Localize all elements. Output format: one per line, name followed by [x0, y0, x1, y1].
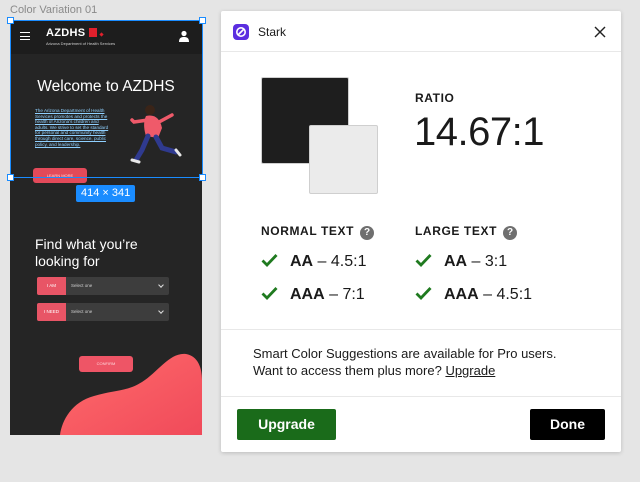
upgrade-link[interactable]: Upgrade — [445, 363, 495, 378]
normal-aa-result: AA – 4.5:1 — [261, 253, 366, 271]
help-icon[interactable]: ? — [503, 226, 518, 240]
hero-title: Welcome to AZDHS — [37, 78, 175, 95]
done-button[interactable]: Done — [530, 409, 605, 440]
app-header: AZDHS Arizona Department of Health Servi… — [10, 20, 202, 54]
decorative-blob — [60, 353, 202, 435]
check-icon — [415, 254, 432, 267]
running-person-illustration — [130, 105, 182, 164]
promo-line-2: Want to access them plus more? Upgrade — [253, 362, 593, 379]
large-aaa-result: AAA – 4.5:1 — [415, 286, 532, 304]
level: AAA — [290, 286, 325, 303]
promo-line-1: Smart Color Suggestions are available fo… — [253, 346, 557, 361]
ratio: – 4.5:1 — [478, 286, 533, 303]
learn-more-button[interactable]: LEARN MORE — [33, 168, 87, 183]
brand-logo: AZDHS — [46, 27, 105, 39]
user-icon[interactable] — [178, 30, 190, 42]
normal-text-label: NORMAL TEXT — [261, 224, 355, 238]
promo-text: Want to access them plus more? — [253, 363, 446, 378]
diamond-icon — [99, 32, 105, 37]
ratio: – 7:1 — [324, 286, 365, 303]
find-title: Find what you’re looking for — [35, 236, 138, 269]
divider — [221, 396, 621, 397]
i-am-select[interactable]: I AM Select one — [37, 277, 169, 295]
stark-logo-icon — [233, 24, 249, 40]
chevron-down-icon — [158, 308, 164, 314]
check-icon — [261, 254, 278, 267]
chevron-down-icon — [158, 282, 164, 288]
select-tag: I NEED — [37, 303, 66, 321]
level: AAA — [444, 286, 479, 303]
pro-promo: Smart Color Suggestions are available fo… — [253, 345, 593, 379]
help-icon[interactable]: ? — [360, 226, 375, 240]
large-text-heading: LARGE TEXT? — [415, 224, 518, 240]
select-value: Select one — [71, 309, 93, 314]
background-swatch[interactable] — [309, 125, 378, 194]
panel-header: Stark — [221, 11, 621, 52]
close-icon[interactable] — [593, 25, 607, 39]
normal-text-heading: NORMAL TEXT? — [261, 224, 375, 240]
select-value: Select one — [71, 283, 93, 288]
dimension-badge: 414 × 341 — [76, 185, 136, 202]
large-text-label: LARGE TEXT — [415, 224, 498, 238]
check-icon — [261, 287, 278, 300]
frame-label[interactable]: Color Variation 01 — [10, 4, 97, 16]
confirm-button[interactable]: CONFIRM — [79, 356, 133, 372]
brand-name: AZDHS — [46, 27, 86, 39]
flag-icon — [89, 28, 98, 37]
ratio: – 3:1 — [467, 253, 508, 270]
hamburger-menu-icon[interactable] — [20, 32, 30, 40]
divider — [221, 329, 621, 330]
ratio-label: RATIO — [415, 91, 455, 105]
i-need-select[interactable]: I NEED Select one — [37, 303, 169, 321]
panel-title: Stark — [258, 25, 287, 39]
level: AA — [444, 253, 468, 270]
stark-panel: Stark RATIO 14.67:1 NORMAL TEXT? AA – 4.… — [221, 11, 621, 452]
brand-subtitle: Arizona Department of Health Services — [46, 41, 116, 46]
ratio-value: 14.67:1 — [414, 110, 544, 154]
hero-intro-text[interactable]: The Arizona Department of Health Service… — [35, 108, 113, 147]
ratio: – 4.5:1 — [313, 253, 367, 270]
large-aa-result: AA – 3:1 — [415, 253, 507, 271]
normal-aaa-result: AAA – 7:1 — [261, 286, 365, 304]
upgrade-button[interactable]: Upgrade — [237, 409, 336, 440]
level: AA — [290, 253, 314, 270]
mobile-frame[interactable]: AZDHS Arizona Department of Health Servi… — [10, 20, 202, 435]
check-icon — [415, 287, 432, 300]
select-tag: I AM — [37, 277, 66, 295]
